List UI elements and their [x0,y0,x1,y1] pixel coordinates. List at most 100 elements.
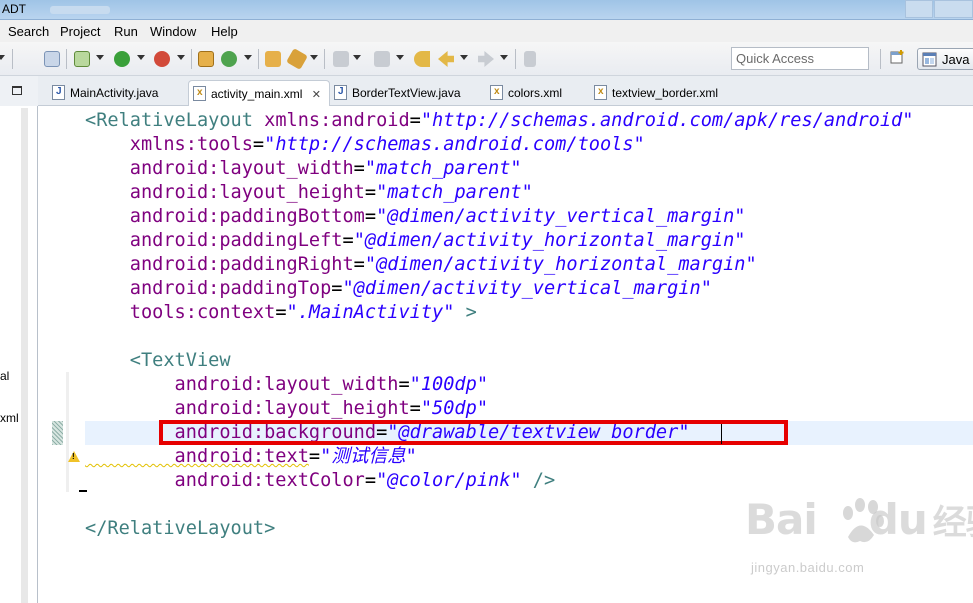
pin-icon[interactable] [524,51,536,67]
chevron-down-icon[interactable] [177,55,185,60]
package-explorer-panel: al xml [0,76,38,603]
quick-access-field[interactable] [731,47,869,70]
tree-item-fragment[interactable]: xml [0,411,19,425]
menu-window[interactable]: Window [150,24,196,39]
bug-icon[interactable] [44,51,60,67]
tab-bordertextview-java[interactable]: BorderTextView.java [330,80,480,106]
code-token: <RelativeLayout [85,110,265,131]
xml-file-icon [490,85,503,100]
panel-scrollbar[interactable] [21,108,28,603]
xml-file-icon [193,86,206,101]
warning-icon[interactable]: ! [68,451,80,462]
debug-icon[interactable] [74,51,90,67]
tab-label: MainActivity.java [70,86,159,100]
chevron-down-icon[interactable] [137,55,145,60]
code-token: > [454,302,477,323]
close-icon[interactable]: ✕ [312,89,321,101]
code-line[interactable]: android:layout_width="match_parent" [85,157,522,181]
code-token: "@dimen/activity_horizontal_margin" [364,254,757,275]
quick-diff-marker [52,421,63,445]
menu-project[interactable]: Project [60,24,100,39]
last-edit-icon[interactable] [414,51,430,67]
code-token: <TextView [85,350,231,371]
chevron-down-icon[interactable] [353,55,361,60]
coverage-icon[interactable] [154,51,170,67]
code-token: "match_parent" [364,158,522,179]
java-file-icon [52,85,65,100]
code-line[interactable]: android:layout_height="50dp" [85,397,488,421]
new-class-icon[interactable] [221,51,237,67]
code-token: = [364,206,377,227]
code-token: xmlns:tools [85,134,253,155]
code-line[interactable]: android:paddingTop="@dimen/activity_vert… [85,277,712,301]
restore-icon[interactable] [12,86,22,95]
toolbar-separator [191,49,192,69]
code-token: tools:context [85,302,276,323]
java-perspective-button[interactable]: Java [917,48,973,70]
chevron-down-icon[interactable] [460,55,468,60]
code-line[interactable]: xmlns:tools="http://schemas.android.com/… [85,133,645,157]
xml-file-icon [594,85,607,100]
tab-textview-border-xml[interactable]: textview_border.xml [590,80,740,106]
toolbar-separator [12,49,13,69]
back-icon[interactable] [438,51,454,67]
prev-annotation-icon[interactable] [374,51,390,67]
code-token: "@color/pink" [376,470,522,491]
new-java-package-icon[interactable] [198,51,214,67]
tab-colors-xml[interactable]: colors.xml [486,80,586,106]
chevron-down-icon[interactable] [396,55,404,60]
code-line[interactable]: android:paddingBottom="@dimen/activity_v… [85,205,746,229]
java-file-icon [334,85,347,100]
run-icon[interactable] [114,51,130,67]
code-token: = [308,446,321,467]
code-line[interactable]: android:layout_height="match_parent" [85,181,533,205]
chevron-down-icon[interactable] [0,55,5,60]
code-line[interactable]: <TextView [85,349,231,373]
search-icon[interactable] [286,48,308,70]
open-type-icon[interactable] [265,51,281,67]
code-line[interactable]: android:layout_width="100dp" [85,373,488,397]
chevron-down-icon[interactable] [500,55,508,60]
code-token: "http://schemas.android.com/tools" [264,134,645,155]
toolbar-separator [324,49,325,69]
open-perspective-icon[interactable] [890,49,908,67]
title-bar: ADT [0,0,973,20]
code-line[interactable]: </RelativeLayout> [85,517,275,541]
code-line[interactable]: tools:context=".MainActivity" > [85,301,477,325]
menu-run[interactable]: Run [114,24,138,39]
watermark-url: jingyan.baidu.com [751,560,865,575]
quick-access-input[interactable] [732,48,868,69]
code-token: ".MainActivity" [286,302,455,323]
code-line[interactable]: android:paddingRight="@dimen/activity_ho… [85,253,757,277]
minimize-button[interactable] [905,0,933,18]
code-token: "match_parent" [376,182,533,203]
chevron-down-icon[interactable] [244,55,252,60]
tab-label: textview_border.xml [612,86,719,100]
change-marker [66,372,69,492]
tree-item-fragment[interactable]: al [0,369,9,383]
java-perspective-icon [922,52,937,67]
menu-search[interactable]: Search [8,24,49,39]
text-caret [721,424,722,444]
code-token: = [331,278,343,299]
code-line[interactable]: android:paddingLeft="@dimen/activity_hor… [85,229,746,253]
code-token: = [342,230,354,251]
next-annotation-icon[interactable] [333,51,349,67]
forward-icon[interactable] [478,51,494,67]
code-line[interactable]: android:text="测试信息" [85,445,417,469]
menu-help[interactable]: Help [211,24,238,39]
overview-ruler: ! [52,106,87,603]
code-token: "50dp" [420,398,489,419]
code-line[interactable]: android:textColor="@color/pink" /> [85,469,556,493]
chevron-down-icon[interactable] [310,55,318,60]
tab-mainactivity-java[interactable]: MainActivity.java [48,80,188,106]
panel-header [0,76,38,106]
maximize-button[interactable] [934,0,973,18]
tab-label: activity_main.xml [211,87,303,101]
code-line[interactable]: <RelativeLayout xmlns:android="http://sc… [85,109,913,133]
tab-label: BorderTextView.java [352,86,461,100]
chevron-down-icon[interactable] [96,55,104,60]
code-token: /> [521,470,556,491]
tab-activity-main-xml[interactable]: activity_main.xml ✕ [188,80,330,107]
toolbar-separator [880,49,881,69]
